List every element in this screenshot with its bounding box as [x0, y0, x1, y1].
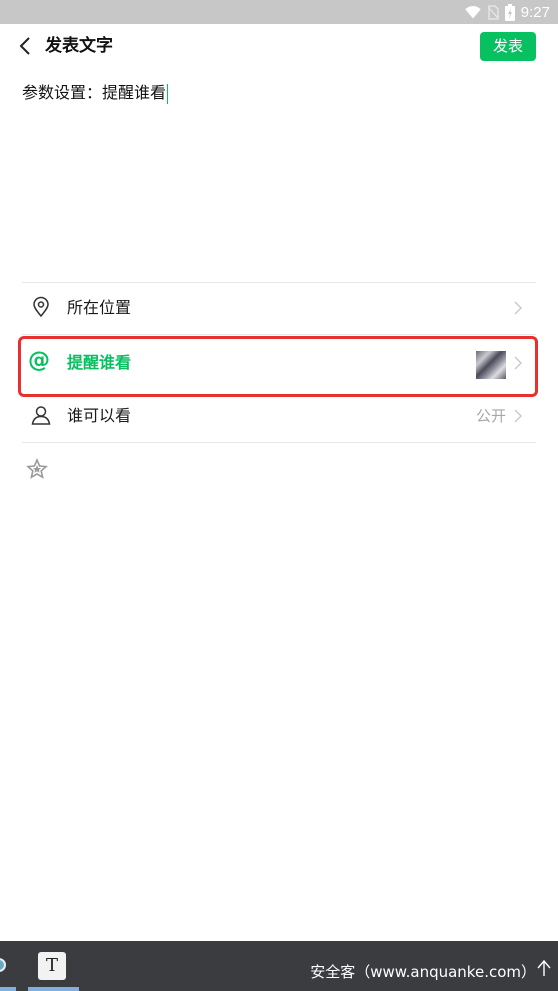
no-sim-icon: [487, 4, 499, 20]
globe-icon[interactable]: [0, 958, 6, 972]
text-caret: [167, 83, 169, 104]
status-time: 9:27: [520, 3, 550, 21]
chevron-right-icon: [514, 409, 522, 423]
watermark-text: 安全客（www.anquanke.com）: [310, 963, 536, 981]
text-app-icon[interactable]: T: [38, 952, 66, 980]
remind-who-label: 提醒谁看: [67, 353, 132, 372]
at-icon: @: [28, 348, 50, 373]
visibility-value: 公开: [475, 407, 506, 425]
star-icon[interactable]: [26, 458, 48, 480]
location-pin-icon: [33, 296, 49, 318]
battery-icon: [504, 3, 515, 21]
compose-text-area[interactable]: 参数设置：提醒谁看: [22, 82, 536, 262]
arrow-up-icon: [537, 959, 551, 976]
who-can-see-label: 谁可以看: [67, 406, 132, 425]
compose-text: 参数设置：提醒谁看: [22, 83, 167, 102]
chevron-right-icon: [514, 301, 522, 315]
header-bar: 发表文字 发表: [0, 24, 558, 68]
wifi-icon: [465, 5, 481, 18]
page-title: 发表文字: [45, 36, 113, 56]
location-label: 所在位置: [67, 298, 132, 317]
publish-button[interactable]: 发表: [480, 32, 536, 61]
taskbar-indicator: [0, 987, 16, 991]
who-can-see-row[interactable]: 谁可以看 公开: [22, 390, 536, 442]
contact-avatar-thumbnail: [476, 351, 506, 379]
chevron-right-icon: [514, 356, 522, 370]
taskbar-active-indicator: [28, 987, 79, 991]
divider: [22, 334, 536, 335]
status-icons: 9:27: [465, 0, 550, 24]
remind-who-row[interactable]: @ 提醒谁看: [22, 337, 536, 389]
divider: [22, 442, 536, 443]
person-icon: [31, 406, 51, 425]
status-bar: 9:27: [0, 0, 558, 24]
back-arrow-icon[interactable]: [14, 34, 38, 58]
location-row[interactable]: 所在位置: [22, 282, 536, 334]
